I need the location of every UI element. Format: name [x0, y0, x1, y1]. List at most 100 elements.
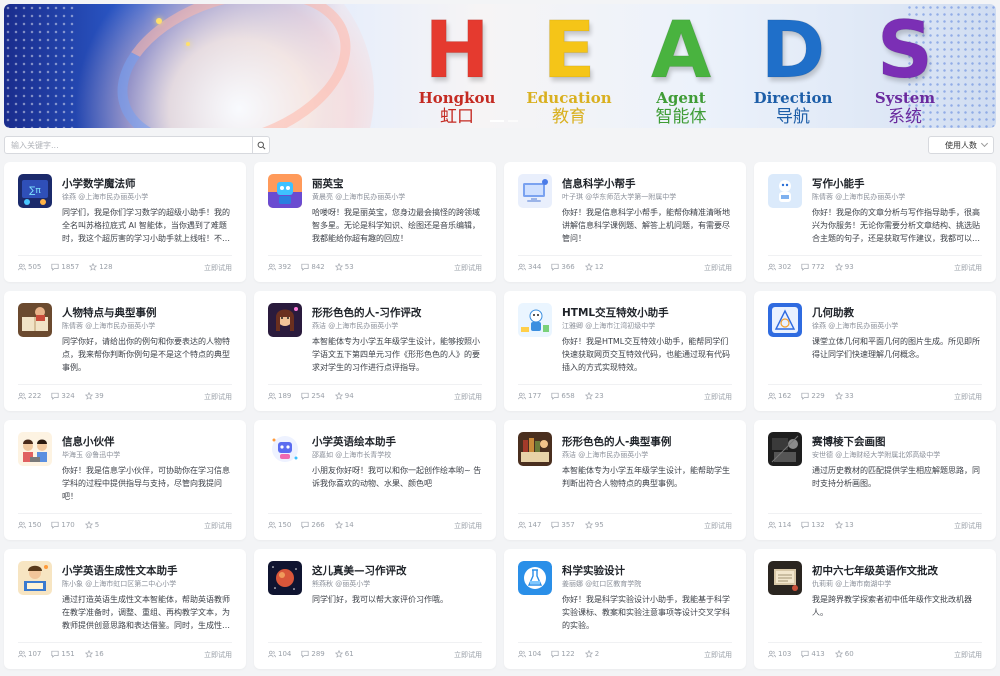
try-now-link[interactable]: 立即试用 [954, 650, 982, 660]
agent-card[interactable]: 写作小能手 陈倩蓉 @上海市民办丽英小学 你好！我是你的文章分析与写作指导助手，… [754, 162, 996, 282]
banner-letter: H [424, 6, 490, 96]
messages-stat: 1857 [51, 263, 79, 271]
agent-card[interactable]: 几何助教 徐燕 @上海市民办丽英小学 课堂立体几何和平面几何的图片生成。所见即所… [754, 291, 996, 411]
views-count: 147 [528, 521, 542, 529]
search-input[interactable] [5, 137, 252, 153]
agent-card[interactable]: 小学英语绘本助手 邵嘉如 @上海市长青学校 小朋友你好呀！我可以和你一起创作绘本… [254, 420, 496, 540]
users-icon [18, 650, 26, 658]
agent-card[interactable]: 信息科学小帮手 叶子琪 @华东师范大学第一附属中学 你好！我是信息科学小帮手，能… [504, 162, 746, 282]
try-now-link[interactable]: 立即试用 [704, 392, 732, 402]
try-now-link[interactable]: 立即试用 [204, 521, 232, 531]
try-now-link[interactable]: 立即试用 [954, 263, 982, 273]
agent-author: 毕海玉 @鲁迅中学 [62, 451, 121, 459]
hero-banner[interactable]: H Hongkou 虹口 E Education 教育 A Agent 智能体 … [4, 4, 996, 128]
views-stat: 162 [768, 392, 791, 400]
agent-author: 燕洁 @上海市民办丽英小学 [312, 322, 399, 330]
space-avatar-icon [268, 561, 302, 595]
views-count: 392 [278, 263, 292, 271]
stars-count: 33 [844, 392, 854, 400]
agent-card[interactable]: 小学英语生成性文本助手 陈小象 @上海市虹口区第二中心小学 通过打造英语生成性文… [4, 549, 246, 669]
message-icon [551, 521, 559, 529]
banner-letter-en: System [874, 89, 936, 107]
users-icon [768, 263, 776, 271]
messages-stat: 170 [51, 521, 75, 529]
agent-card[interactable]: ∑π 小学数学魔法师 徐燕 @上海市民办丽英小学 同学们，我是你们学习数学的超级… [4, 162, 246, 282]
views-count: 150 [28, 521, 42, 529]
views-stat: 114 [768, 521, 791, 529]
book-avatar-icon [18, 303, 52, 337]
sort-select[interactable]: 使用人数 [928, 136, 994, 154]
agent-stats: 162 229 33 [768, 392, 854, 400]
try-now-link[interactable]: 立即试用 [454, 650, 482, 660]
star-icon [84, 521, 93, 529]
try-now-link[interactable]: 立即试用 [204, 650, 232, 660]
agent-card[interactable]: 科学实验设计 姜丽娜 @虹口区教育学院 你好！我是科学实验设计小助手，我能基于科… [504, 549, 746, 669]
try-now-link[interactable]: 立即试用 [704, 521, 732, 531]
banner-pager-dot[interactable] [508, 120, 518, 122]
try-now-link[interactable]: 立即试用 [204, 392, 232, 402]
messages-stat: 357 [551, 521, 575, 529]
views-stat: 104 [518, 650, 541, 658]
agent-stats: 147 357 95 [518, 521, 604, 529]
try-now-link[interactable]: 立即试用 [454, 263, 482, 273]
messages-stat: 289 [301, 650, 325, 658]
agent-card[interactable]: 信息小伙伴 毕海玉 @鲁迅中学 你好！我是信息学小伙伴，可协助你在学习信息学科的… [4, 420, 246, 540]
messages-count: 357 [561, 521, 575, 529]
star-icon [334, 392, 343, 400]
agent-card[interactable]: 这儿真美—习作评改 熊燕秋 @丽英小学 同学们好，我可以帮大家评价习作哦。 10… [254, 549, 496, 669]
messages-count: 266 [311, 521, 325, 529]
agent-card[interactable]: HTML交互特效小助手 江雅卿 @上海市江湾初级中学 你好！我是HTML交互特效… [504, 291, 746, 411]
agent-card[interactable]: 形形色色的人-典型事例 燕洁 @上海市民办丽英小学 本智能体专为小学五年级学生设… [504, 420, 746, 540]
agent-card[interactable]: 初中六七年级英语作文批改 仇莉莉 @上海市南湖中学 我是跨界教学探索者初中低年级… [754, 549, 996, 669]
agent-description: 同学你好，请给出你的例句和你要表达的人物特点，我来帮你判断你例句是不是这个特点的… [62, 337, 230, 372]
star-icon [834, 650, 843, 658]
message-icon [801, 263, 809, 271]
messages-count: 132 [811, 521, 825, 529]
messages-stat: 658 [551, 392, 575, 400]
try-now-link[interactable]: 立即试用 [454, 392, 482, 402]
agent-card[interactable]: 人物特点与典型事例 陈倩蓉 @上海市民办丽英小学 同学你好，请给出你的例句和你要… [4, 291, 246, 411]
stars-stat: 12 [584, 263, 604, 271]
try-now-link[interactable]: 立即试用 [454, 521, 482, 531]
messages-count: 122 [561, 650, 575, 658]
messages-stat: 132 [801, 521, 825, 529]
message-icon [301, 521, 309, 529]
users-icon [518, 392, 526, 400]
views-stat: 189 [268, 392, 291, 400]
banner-letter-zh: 导航 [776, 107, 810, 127]
agent-title: 信息科学小帮手 [562, 178, 636, 190]
agent-description: 课堂立体几何和平面几何的图片生成。所见即所得让同学们快速理解几何概念。 [812, 337, 980, 359]
banner-pager-dot[interactable] [490, 120, 504, 122]
star-icon [584, 650, 593, 658]
stars-count: 93 [844, 263, 854, 271]
views-count: 104 [278, 650, 292, 658]
search-button[interactable] [252, 137, 269, 153]
card-divider [268, 513, 482, 514]
card-divider [268, 384, 482, 385]
agent-card[interactable]: 形形色色的人-习作评改 燕洁 @上海市民办丽英小学 本智能体专为小学五年级学生设… [254, 291, 496, 411]
users-icon [18, 521, 26, 529]
try-now-link[interactable]: 立即试用 [954, 521, 982, 531]
stars-stat: 128 [89, 263, 113, 271]
agent-author: 邵嘉如 @上海市长青学校 [312, 451, 392, 459]
agent-card[interactable]: 丽英宝 黄晨亮 @上海市民办丽英小学 哈喽呀！我是丽英宝，您身边最会搞怪的跨领域… [254, 162, 496, 282]
agent-card[interactable]: 赛博棱下会画图 安世德 @上海财经大学附属北郊高级中学 通过历史教材的匹配提供学… [754, 420, 996, 540]
banner-pager[interactable] [490, 120, 518, 122]
agent-stats: 392 842 53 [268, 263, 354, 271]
writer-avatar-icon [768, 174, 802, 208]
banner-decoration [4, 4, 74, 128]
agent-description: 我是跨界教学探索者初中低年级作文批改机器人。 [812, 595, 972, 617]
views-stat: 107 [18, 650, 41, 658]
try-now-link[interactable]: 立即试用 [954, 392, 982, 402]
card-divider [768, 255, 982, 256]
agent-author: 陈倩蓉 @上海市民办丽英小学 [812, 193, 906, 201]
message-icon [551, 650, 559, 658]
views-stat: 392 [268, 263, 291, 271]
users-icon [18, 392, 26, 400]
messages-stat: 266 [301, 521, 325, 529]
try-now-link[interactable]: 立即试用 [704, 263, 732, 273]
agent-stats: 150 170 5 [18, 521, 99, 529]
dark-avatar-icon [768, 432, 802, 466]
try-now-link[interactable]: 立即试用 [204, 263, 232, 273]
try-now-link[interactable]: 立即试用 [704, 650, 732, 660]
